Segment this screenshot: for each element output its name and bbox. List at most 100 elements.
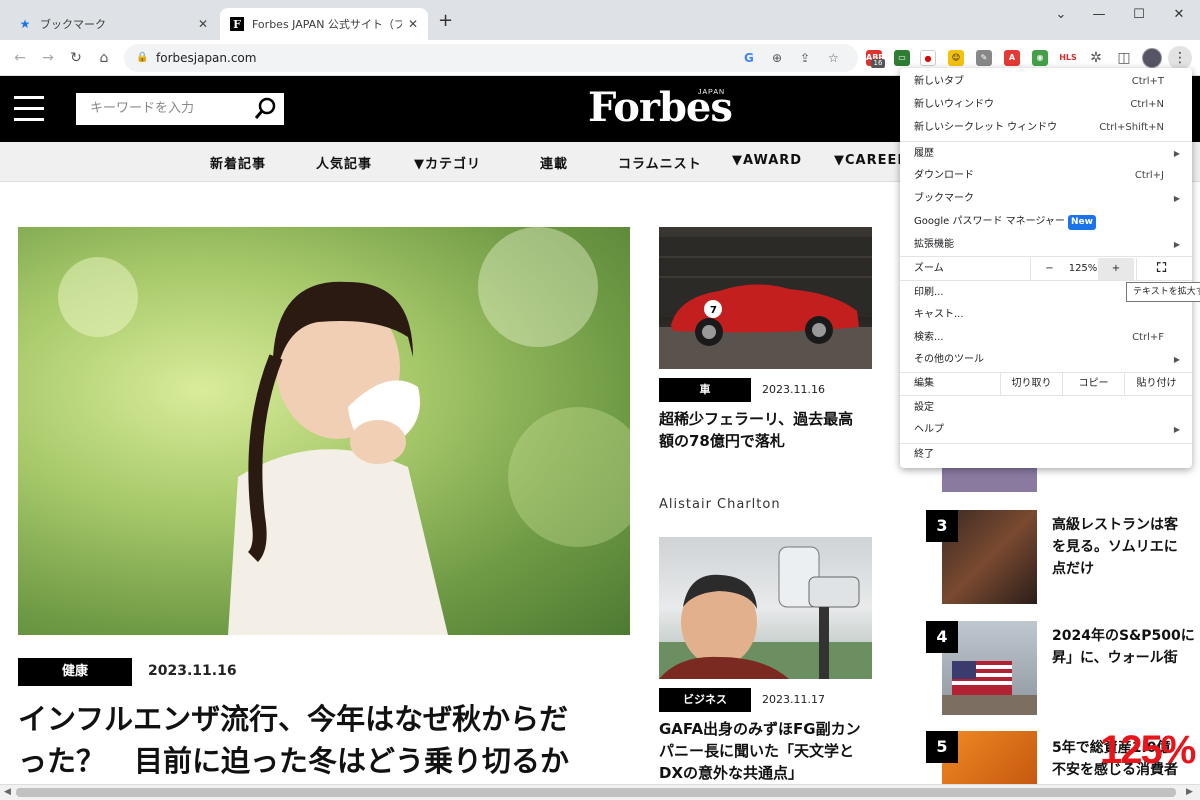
shortcut: Ctrl+F: [1132, 332, 1164, 343]
pin-extension-icon[interactable]: ✎: [976, 50, 992, 66]
tab-title: ブックマーク: [40, 18, 106, 31]
menu-label: 新しいタブ: [914, 76, 964, 87]
hero-headline-line2: った？ 目前に迫った冬はどう乗り切るか: [18, 744, 570, 778]
menu-extensions[interactable]: 拡張機能 ▶: [900, 234, 1192, 256]
forbes-logo-japan: JAPAN: [698, 89, 726, 96]
chat-extension-icon[interactable]: ▭: [894, 50, 910, 66]
menu-kebab-icon[interactable]: ⋮: [1168, 46, 1192, 70]
share-icon[interactable]: ⇪: [800, 44, 810, 72]
side2-headline[interactable]: GAFA出身のみずほFG副カン パニー長に聞いた「天文学と DXの意外な共通点」: [659, 718, 861, 784]
copy-button[interactable]: コピー: [1062, 373, 1124, 395]
side2-category-badge[interactable]: ビジネス: [659, 688, 751, 712]
paste-button[interactable]: 貼り付け: [1124, 373, 1188, 395]
menu-new-tab[interactable]: 新しいタブ Ctrl+T: [900, 71, 1192, 93]
menu-label: キャスト...: [914, 309, 964, 320]
menu-more-tools[interactable]: その他のツール ▶: [900, 349, 1192, 371]
hero-headline[interactable]: インフルエンザ流行、今年はなぜ秋からだ った？ 目前に迫った冬はどう乗り切るか: [18, 698, 569, 782]
chevron-down-icon[interactable]: ⌄: [1046, 4, 1076, 26]
back-icon[interactable]: ←: [10, 48, 30, 68]
author-name[interactable]: Alistair Charlton: [659, 497, 781, 512]
nav-popular[interactable]: 人気記事: [316, 153, 372, 172]
ranking-title-3[interactable]: 高級レストランは客 を見る。ソムリエに 点だけ: [1052, 514, 1178, 580]
shortcut: Ctrl+Shift+N: [1099, 122, 1164, 133]
chrome-menu: 新しいタブ Ctrl+T 新しいウィンドウ Ctrl+N 新しいシークレット ウィン…: [900, 68, 1192, 468]
hero-image[interactable]: [18, 227, 630, 635]
close-window-button[interactable]: ✕: [1164, 4, 1194, 26]
hls-extension-icon[interactable]: HLS: [1058, 50, 1078, 66]
hero-category-badge[interactable]: 健康: [18, 658, 132, 686]
menu-label: ズーム: [914, 263, 944, 274]
google-icon[interactable]: G: [744, 44, 754, 72]
home-icon[interactable]: ⌂: [94, 48, 114, 68]
side2-date: 2023.11.17: [762, 693, 825, 706]
submenu-arrow-icon: ▶: [1173, 355, 1180, 364]
extension-icon[interactable]: ☺: [948, 50, 964, 66]
cut-button[interactable]: 切り取り: [1000, 373, 1062, 395]
ferrari-image[interactable]: 7: [659, 227, 872, 369]
bookmark-star-icon[interactable]: ☆: [828, 44, 839, 72]
menu-find[interactable]: 検索... Ctrl+F: [900, 327, 1192, 349]
menu-password-manager[interactable]: Google パスワード マネージャー New: [900, 211, 1192, 233]
nav-columnist[interactable]: コラムニスト: [618, 153, 702, 172]
menu-incognito[interactable]: 新しいシークレット ウィンドウ Ctrl+Shift+N: [900, 117, 1192, 139]
nav-series[interactable]: 連載: [540, 153, 568, 172]
menu-bookmarks[interactable]: ブックマーク ▶: [900, 188, 1192, 210]
scroll-right-icon[interactable]: ▶: [1186, 787, 1193, 797]
tab-bar: ★ ブックマーク ✕ F Forbes JAPAN 公式サイト（フォーブス ✕ …: [0, 0, 1200, 40]
scrollbar-thumb[interactable]: [16, 788, 1176, 797]
puzzle-icon[interactable]: ✲: [1086, 48, 1106, 68]
scroll-left-icon[interactable]: ◀: [4, 787, 11, 797]
menu-help[interactable]: ヘルプ ▶: [900, 419, 1192, 441]
menu-label: Google パスワード マネージャー: [914, 216, 1065, 227]
maximize-button[interactable]: ☐: [1124, 4, 1154, 26]
menu-settings[interactable]: 設定: [900, 397, 1192, 419]
reload-icon[interactable]: ↻: [66, 48, 86, 68]
horizontal-scrollbar[interactable]: ◀ ▶: [0, 784, 1200, 800]
star-icon: ★: [19, 17, 31, 31]
site-search-input[interactable]: キーワードを入力: [76, 93, 284, 125]
close-tab-icon[interactable]: ✕: [408, 17, 418, 31]
ranking-title-3-line1: 高級レストランは客: [1052, 517, 1178, 533]
menu-cast[interactable]: キャスト...: [900, 304, 1192, 326]
side1-headline[interactable]: 超稀少フェラーリ、過去最高 額の78億円で落札: [659, 408, 853, 452]
forward-icon[interactable]: →: [38, 48, 58, 68]
menu-exit[interactable]: 終了: [900, 444, 1192, 466]
menu-history[interactable]: 履歴 ▶: [900, 143, 1192, 165]
nav-award[interactable]: ▼AWARD: [732, 153, 802, 168]
zoom-out-button[interactable]: −: [1030, 258, 1068, 280]
ranking-title-4[interactable]: 2024年のS&P500に 昇」に、ウォール街: [1052, 625, 1195, 669]
address-bar[interactable]: 🔒 forbesjapan.com G ⊕ ⇪ ☆: [124, 44, 858, 72]
record-extension-icon[interactable]: ●: [920, 50, 936, 66]
menu-divider: [900, 395, 1192, 396]
fullscreen-icon[interactable]: ⛶: [1136, 258, 1186, 280]
zoom-tooltip: テキストを拡大す: [1126, 282, 1200, 302]
zoom-overlay-label: 125%: [1100, 728, 1196, 772]
side1-date: 2023.11.16: [762, 383, 825, 396]
camera-extension-icon[interactable]: ◉: [1032, 50, 1048, 66]
search-icon[interactable]: [254, 96, 278, 120]
ranking-number-4: 4: [926, 621, 958, 653]
side2-headline-line1: GAFA出身のみずほFG副カン: [659, 720, 861, 738]
menu-label: 設定: [914, 402, 934, 413]
tab-forbes[interactable]: F Forbes JAPAN 公式サイト（フォーブス ✕: [220, 8, 428, 40]
menu-new-window[interactable]: 新しいウィンドウ Ctrl+N: [900, 94, 1192, 116]
pdf-extension-icon[interactable]: A: [1004, 50, 1020, 66]
nav-career[interactable]: ▼CAREER: [834, 153, 908, 168]
side1-category-badge[interactable]: 車: [659, 378, 751, 402]
nav-latest[interactable]: 新着記事: [210, 153, 266, 172]
tab-bookmarks[interactable]: ★ ブックマーク ✕: [8, 8, 218, 40]
side-panel-icon[interactable]: ◫: [1114, 48, 1134, 68]
nav-category[interactable]: ▼カテゴリ: [414, 153, 481, 172]
zoom-icon[interactable]: ⊕: [772, 44, 782, 72]
menu-label: ヘルプ: [914, 424, 944, 435]
close-tab-icon[interactable]: ✕: [198, 17, 208, 31]
zoom-value: 125%: [1068, 263, 1098, 274]
ranking-title-4-line2: 昇」に、ウォール街: [1052, 650, 1178, 666]
lock-icon[interactable]: 🔒: [136, 44, 148, 72]
avatar[interactable]: [1142, 48, 1162, 68]
menu-downloads[interactable]: ダウンロード Ctrl+J: [900, 165, 1192, 187]
minimize-button[interactable]: —: [1084, 4, 1114, 26]
new-tab-button[interactable]: +: [438, 10, 453, 31]
telescope-image[interactable]: [659, 537, 872, 679]
zoom-in-button[interactable]: +: [1098, 258, 1134, 280]
